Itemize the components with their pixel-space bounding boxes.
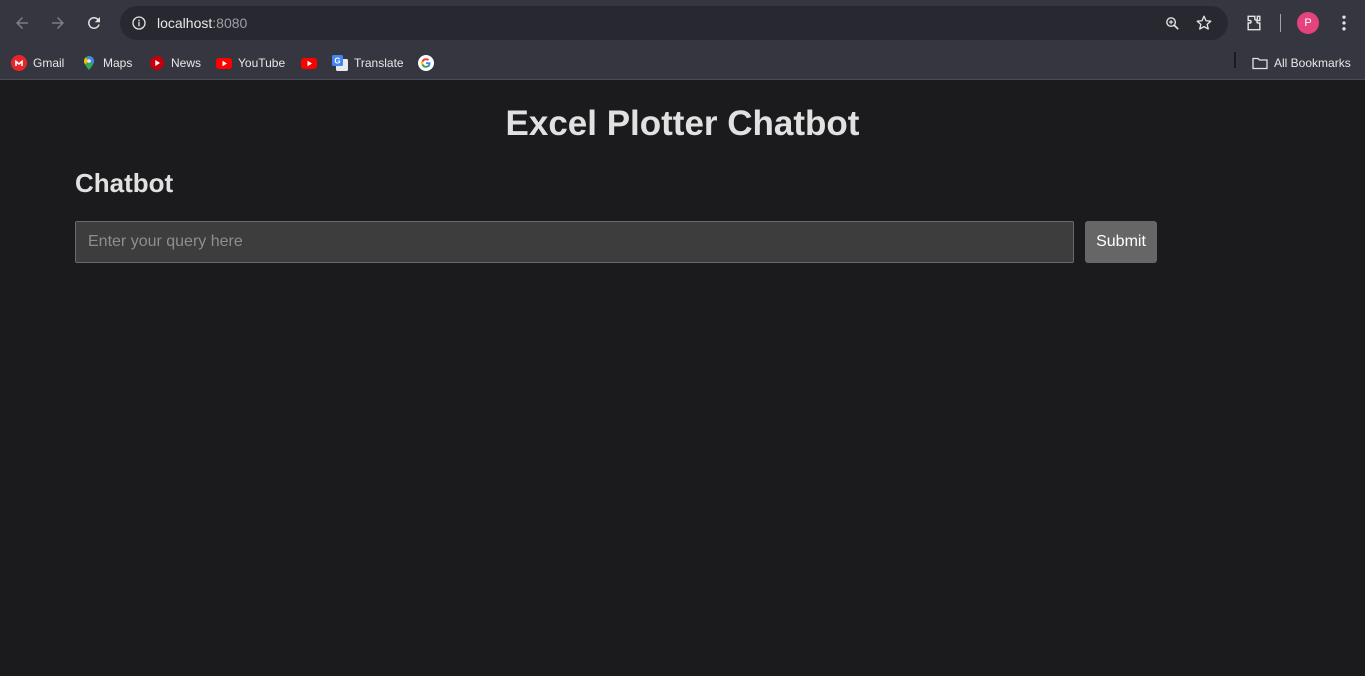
bookmark-youtube[interactable]: YouTube bbox=[216, 53, 285, 73]
browser-toolbar: localhost:8080 P bbox=[0, 0, 1365, 46]
zoom-icon[interactable] bbox=[1161, 12, 1183, 34]
bookmarks-divider bbox=[1234, 52, 1236, 68]
all-bookmarks-label: All Bookmarks bbox=[1274, 56, 1351, 70]
bookmark-translate[interactable]: G Translate bbox=[332, 53, 404, 73]
extensions-icon[interactable] bbox=[1242, 11, 1266, 35]
bookmark-youtube-2[interactable] bbox=[301, 53, 323, 73]
youtube-icon bbox=[216, 55, 232, 71]
google-icon bbox=[418, 55, 434, 71]
bookmark-label: Maps bbox=[103, 56, 133, 70]
all-bookmarks-folder[interactable]: All Bookmarks bbox=[1252, 53, 1351, 73]
address-bar[interactable]: localhost:8080 bbox=[120, 6, 1228, 40]
query-input[interactable] bbox=[75, 221, 1074, 263]
toolbar-divider bbox=[1280, 14, 1281, 32]
bookmark-gmail[interactable]: Gmail bbox=[11, 53, 64, 73]
url-host: localhost bbox=[157, 15, 213, 31]
profile-avatar[interactable]: P bbox=[1297, 12, 1319, 34]
reload-icon bbox=[88, 17, 100, 29]
svg-text:G: G bbox=[334, 57, 340, 66]
bookmark-label: Translate bbox=[354, 56, 404, 70]
bookmark-google[interactable] bbox=[418, 53, 440, 73]
url-text: localhost:8080 bbox=[157, 15, 247, 31]
maps-icon bbox=[81, 55, 97, 71]
site-info-icon[interactable] bbox=[129, 13, 149, 33]
bookmark-news[interactable]: News bbox=[149, 53, 201, 73]
youtube-icon bbox=[301, 55, 317, 71]
bookmarks-bar: Gmail Maps News YouTube G Translate All … bbox=[0, 46, 1365, 80]
bookmark-star-icon[interactable] bbox=[1193, 12, 1215, 34]
page-title: Excel Plotter Chatbot bbox=[505, 104, 860, 143]
gmail-icon bbox=[11, 55, 27, 71]
menu-kebab-icon[interactable] bbox=[1332, 11, 1356, 35]
forward-button[interactable] bbox=[44, 9, 72, 37]
translate-icon: G bbox=[332, 55, 348, 71]
bookmark-maps[interactable]: Maps bbox=[81, 53, 132, 73]
submit-button[interactable]: Submit bbox=[1085, 221, 1157, 263]
chatbot-section-title: Chatbot bbox=[75, 168, 174, 198]
news-icon bbox=[149, 55, 165, 71]
folder-icon bbox=[1252, 55, 1268, 71]
bookmark-label: News bbox=[171, 56, 202, 70]
bookmark-label: YouTube bbox=[238, 56, 286, 70]
bookmark-label: Gmail bbox=[33, 56, 65, 70]
forward-arrow-icon bbox=[52, 17, 64, 29]
back-arrow-icon bbox=[16, 17, 28, 29]
url-port: :8080 bbox=[212, 15, 248, 31]
reload-button[interactable] bbox=[80, 9, 108, 37]
back-button[interactable] bbox=[8, 9, 36, 37]
